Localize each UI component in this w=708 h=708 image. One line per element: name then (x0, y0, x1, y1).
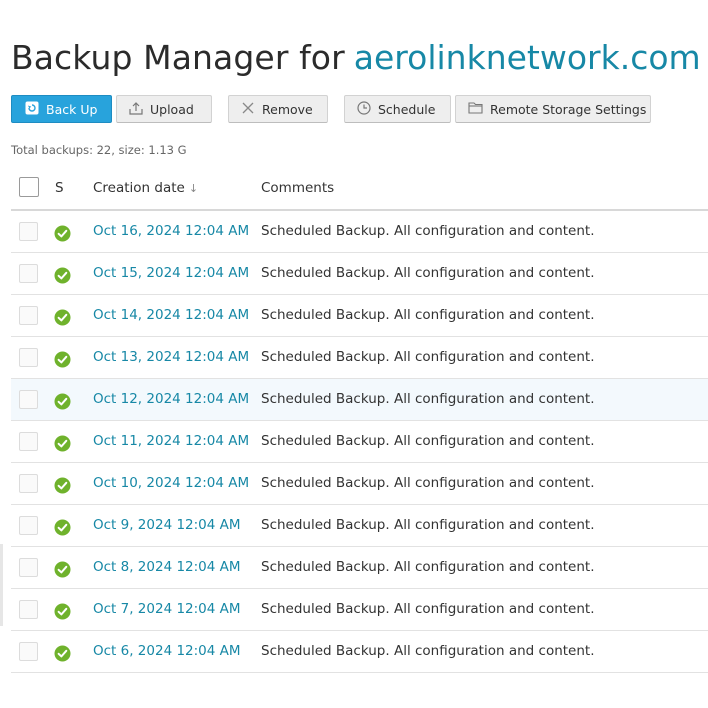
check-circle-icon (54, 561, 71, 578)
row-checkbox[interactable] (19, 600, 38, 619)
row-checkbox[interactable] (19, 222, 38, 241)
backup-comment: Scheduled Backup. All configuration and … (261, 349, 595, 365)
schedule-button[interactable]: Schedule (344, 95, 451, 123)
table-row: Oct 15, 2024 12:04 AM Scheduled Backup. … (11, 253, 708, 295)
check-circle-icon (54, 603, 71, 620)
upload-icon (129, 101, 150, 118)
back-up-label: Back Up (46, 101, 98, 117)
upload-label: Upload (150, 101, 194, 117)
table-header: S Creation date ↓ Comments (11, 168, 708, 211)
table-row: Oct 8, 2024 12:04 AM Scheduled Backup. A… (11, 547, 708, 589)
backup-comment: Scheduled Backup. All configuration and … (261, 559, 595, 575)
table-row: Oct 6, 2024 12:04 AM Scheduled Backup. A… (11, 631, 708, 673)
backup-date-link[interactable]: Oct 12, 2024 12:04 AM (93, 391, 249, 407)
table-row: Oct 13, 2024 12:04 AM Scheduled Backup. … (11, 337, 708, 379)
row-checkbox[interactable] (19, 516, 38, 535)
backup-date-link[interactable]: Oct 10, 2024 12:04 AM (93, 475, 249, 491)
check-circle-icon (54, 351, 71, 368)
row-checkbox[interactable] (19, 474, 38, 493)
remove-button[interactable]: Remove (228, 95, 328, 123)
table-body: Oct 16, 2024 12:04 AM Scheduled Backup. … (11, 211, 708, 673)
check-circle-icon (54, 309, 71, 326)
table-row: Oct 12, 2024 12:04 AM Scheduled Backup. … (11, 379, 708, 421)
backup-icon (25, 101, 46, 118)
table-row: Oct 7, 2024 12:04 AM Scheduled Backup. A… (11, 589, 708, 631)
row-checkbox[interactable] (19, 558, 38, 577)
remote-storage-settings-button[interactable]: Remote Storage Settings (455, 95, 651, 123)
backup-comment: Scheduled Backup. All configuration and … (261, 601, 595, 617)
row-checkbox[interactable] (19, 432, 38, 451)
remote-storage-settings-label: Remote Storage Settings (490, 101, 647, 117)
backup-date-link[interactable]: Oct 9, 2024 12:04 AM (93, 517, 241, 533)
table-row: Oct 11, 2024 12:04 AM Scheduled Backup. … (11, 421, 708, 463)
backup-date-link[interactable]: Oct 11, 2024 12:04 AM (93, 433, 249, 449)
upload-button[interactable]: Upload (116, 95, 212, 123)
table-row: Oct 16, 2024 12:04 AM Scheduled Backup. … (11, 211, 708, 253)
remove-icon (241, 101, 262, 118)
backup-date-link[interactable]: Oct 6, 2024 12:04 AM (93, 643, 241, 659)
row-checkbox[interactable] (19, 348, 38, 367)
column-header-status[interactable]: S (55, 180, 64, 196)
backup-date-link[interactable]: Oct 14, 2024 12:04 AM (93, 307, 249, 323)
backup-comment: Scheduled Backup. All configuration and … (261, 433, 595, 449)
check-circle-icon (54, 267, 71, 284)
backup-comment: Scheduled Backup. All configuration and … (261, 223, 595, 239)
left-edge-panel-marker (0, 544, 3, 626)
check-circle-icon (54, 477, 71, 494)
backup-date-link[interactable]: Oct 15, 2024 12:04 AM (93, 265, 249, 281)
table-row: Oct 10, 2024 12:04 AM Scheduled Backup. … (11, 463, 708, 505)
backup-comment: Scheduled Backup. All configuration and … (261, 307, 595, 323)
check-circle-icon (54, 225, 71, 242)
backup-comment: Scheduled Backup. All configuration and … (261, 475, 595, 491)
check-circle-icon (54, 393, 71, 410)
back-up-button[interactable]: Back Up (11, 95, 112, 123)
column-header-creation-date-label: Creation date (93, 180, 185, 196)
backup-summary: Total backups: 22, size: 1.13 G (11, 143, 187, 157)
backup-comment: Scheduled Backup. All configuration and … (261, 643, 595, 659)
backup-comment: Scheduled Backup. All configuration and … (261, 391, 595, 407)
domain-selector[interactable]: aerolinknetwork.com (354, 38, 701, 77)
backup-date-link[interactable]: Oct 16, 2024 12:04 AM (93, 223, 249, 239)
check-circle-icon (54, 645, 71, 662)
table-row: Oct 9, 2024 12:04 AM Scheduled Backup. A… (11, 505, 708, 547)
folder-icon (468, 101, 490, 117)
backup-date-link[interactable]: Oct 13, 2024 12:04 AM (93, 349, 249, 365)
page-title-text: Backup Manager for (11, 38, 345, 77)
check-circle-icon (54, 435, 71, 452)
remove-label: Remove (262, 101, 313, 117)
column-header-creation-date[interactable]: Creation date ↓ (93, 180, 198, 196)
backup-comment: Scheduled Backup. All configuration and … (261, 265, 595, 281)
select-all-checkbox[interactable] (19, 177, 39, 197)
backup-comment: Scheduled Backup. All configuration and … (261, 517, 595, 533)
row-checkbox[interactable] (19, 306, 38, 325)
column-header-comments[interactable]: Comments (261, 180, 334, 196)
schedule-label: Schedule (378, 101, 436, 117)
backup-date-link[interactable]: Oct 8, 2024 12:04 AM (93, 559, 241, 575)
row-checkbox[interactable] (19, 642, 38, 661)
sort-descending-icon: ↓ (188, 182, 199, 195)
backup-table: S Creation date ↓ Comments Oct 16, 2024 1… (11, 168, 708, 673)
check-circle-icon (54, 519, 71, 536)
row-checkbox[interactable] (19, 264, 38, 283)
page-title: Backup Manager for aerolinknetwork.com ⌄ (11, 38, 708, 77)
row-checkbox[interactable] (19, 390, 38, 409)
table-row: Oct 14, 2024 12:04 AM Scheduled Backup. … (11, 295, 708, 337)
clock-icon (357, 100, 378, 118)
backup-date-link[interactable]: Oct 7, 2024 12:04 AM (93, 601, 241, 617)
